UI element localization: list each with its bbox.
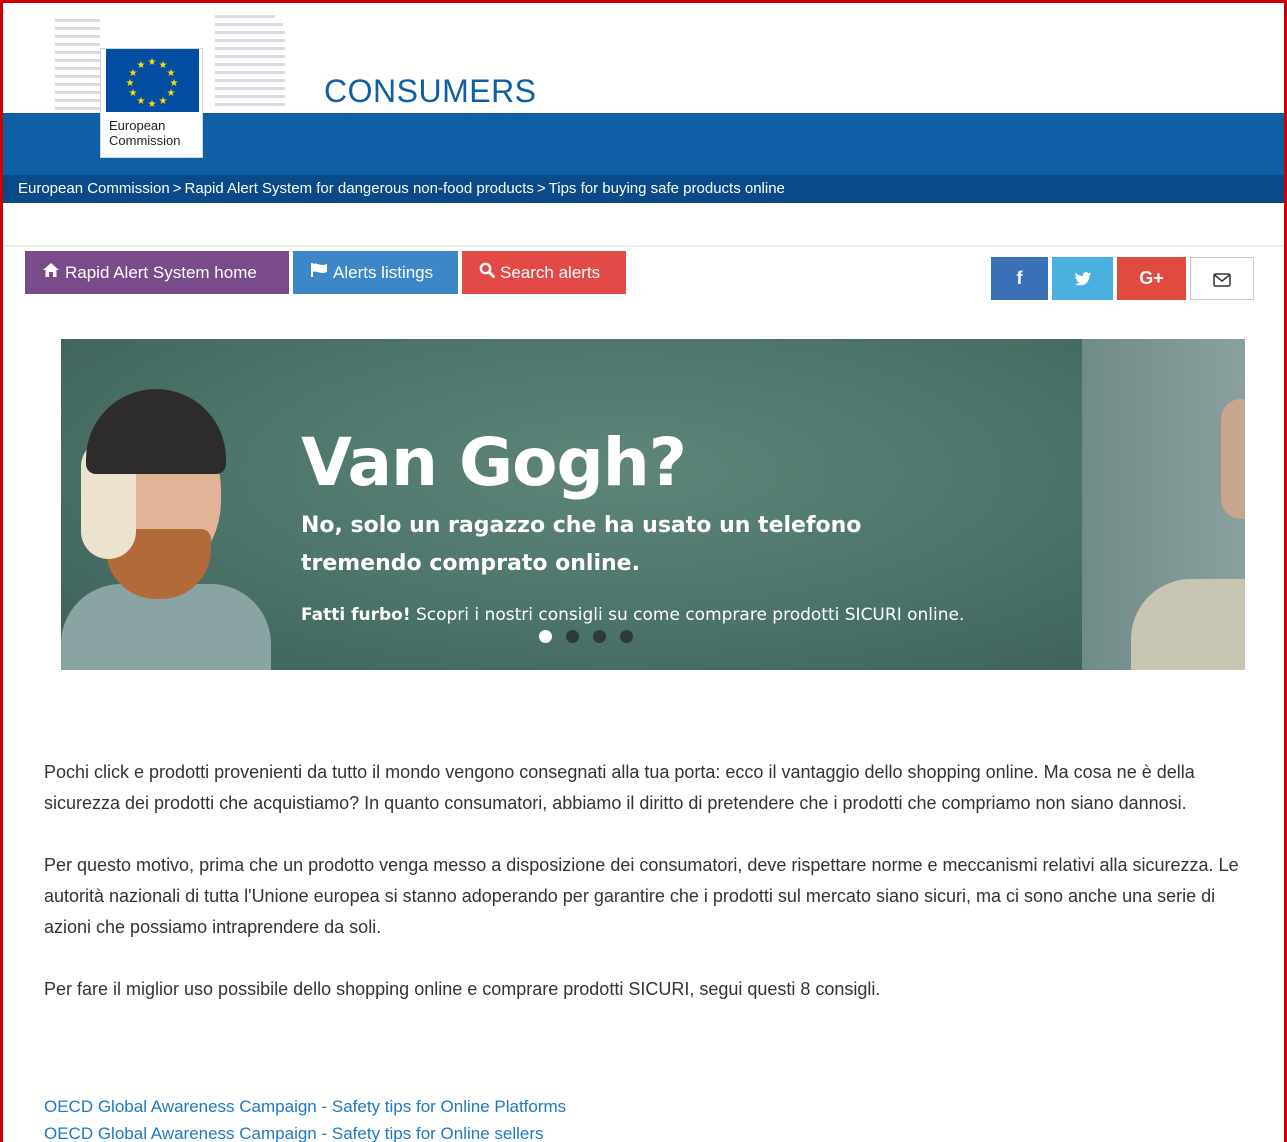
link-oecd-platforms[interactable]: OECD Global Awareness Campaign - Safety … — [44, 1093, 566, 1120]
google-plus-share-button[interactable]: G+ — [1117, 257, 1186, 300]
banner-tagline-text: Scopri i nostri consigli su come comprar… — [410, 605, 965, 625]
banner-tagline: Fatti furbo! Scopri i nostri consigli su… — [301, 605, 964, 625]
svg-text:★: ★ — [159, 96, 168, 107]
banner-tagline-bold: Fatti furbo! — [301, 605, 411, 625]
paragraph-1: Pochi click e prodotti provenienti da tu… — [44, 762, 1195, 813]
related-links: OECD Global Awareness Campaign - Safety … — [44, 1093, 566, 1142]
alerts-listings-button[interactable]: Alerts listings — [293, 251, 458, 294]
svg-text:★: ★ — [129, 88, 138, 99]
link-oecd-sellers[interactable]: OECD Global Awareness Campaign - Safety … — [44, 1120, 566, 1142]
eu-flag-icon: ★ ★ ★ ★ ★ ★ ★ ★ ★ ★ ★ ★ — [106, 49, 199, 112]
carousel-dot-1[interactable] — [539, 630, 552, 643]
search-alerts-button[interactable]: Search alerts — [462, 251, 626, 294]
flag-icon — [310, 251, 328, 294]
article-body: Pochi click e prodotti provenienti da tu… — [44, 757, 1249, 1036]
search-icon — [479, 251, 495, 294]
google-plus-icon: G+ — [1139, 268, 1164, 288]
home-icon — [42, 251, 60, 294]
carousel-dot-3[interactable] — [593, 630, 606, 643]
breadcrumb-item-commission[interactable]: European Commission — [18, 180, 170, 197]
carousel-dot-2[interactable] — [566, 630, 579, 643]
breadcrumb-item-rapex[interactable]: Rapid Alert System for dangerous non-foo… — [185, 180, 534, 197]
svg-text:★: ★ — [148, 99, 157, 110]
twitter-icon — [1074, 268, 1092, 288]
logo-text-line2: Commission — [109, 133, 181, 148]
breadcrumb-separator: > — [536, 180, 546, 197]
carousel-indicators — [539, 630, 647, 644]
eu-commission-logo[interactable]: ★ ★ ★ ★ ★ ★ ★ ★ ★ ★ ★ ★ European Commiss… — [100, 48, 203, 158]
svg-text:★: ★ — [126, 78, 135, 89]
hero-carousel[interactable]: Van Gogh? No, solo un ragazzo che ha usa… — [61, 339, 1245, 670]
banner-subtitle: No, solo un ragazzo che ha usato un tele… — [301, 513, 862, 576]
next-slide-figure — [1221, 399, 1245, 519]
logo-text: European Commission — [109, 118, 181, 148]
breadcrumb-separator: > — [172, 180, 182, 197]
carousel-dot-4[interactable] — [620, 630, 633, 643]
svg-text:★: ★ — [148, 57, 157, 68]
svg-text:★: ★ — [137, 96, 146, 107]
rapid-alert-home-button[interactable]: Rapid Alert System home — [25, 251, 289, 294]
site-title: CONSUMERS — [324, 73, 537, 109]
banner-title: Van Gogh? — [301, 424, 687, 501]
envelope-icon — [1213, 269, 1231, 289]
breadcrumb: European Commission > Rapid Alert System f… — [3, 175, 1284, 203]
divider — [3, 245, 1284, 247]
facebook-share-button[interactable]: f — [991, 257, 1048, 300]
svg-text:★: ★ — [137, 60, 146, 71]
search-button-label: Search alerts — [500, 263, 601, 282]
paragraph-3: Per fare il miglior uso possibile dello … — [44, 979, 881, 999]
facebook-icon: f — [1016, 268, 1023, 288]
email-share-button[interactable] — [1190, 257, 1254, 300]
paragraph-2: Per questo motivo, prima che un prodotto… — [44, 855, 1239, 937]
home-button-label: Rapid Alert System home — [65, 263, 257, 282]
svg-text:★: ★ — [167, 88, 176, 99]
breadcrumb-item-current: Tips for buying safe products online — [548, 180, 785, 197]
twitter-share-button[interactable] — [1052, 257, 1113, 300]
alerts-button-label: Alerts listings — [333, 263, 434, 282]
site-header: ★ ★ ★ ★ ★ ★ ★ ★ ★ ★ ★ ★ European Commiss… — [3, 3, 1284, 203]
logo-text-line1: European — [109, 118, 166, 133]
